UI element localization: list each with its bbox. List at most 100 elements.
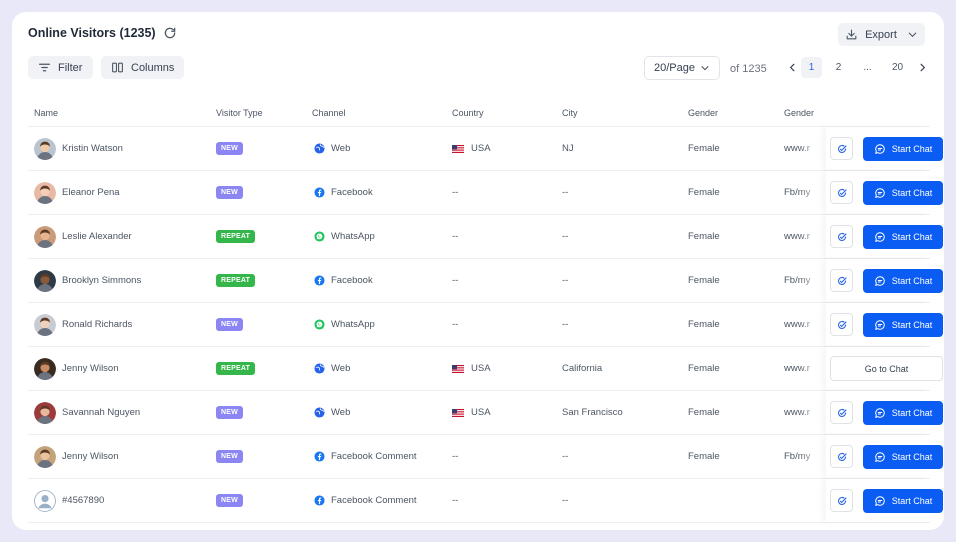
total-count: of 1235 (730, 63, 767, 75)
channel-cell: Web (314, 391, 350, 434)
table-row[interactable]: Jenny Wilson NEW Facebook Comment -- -- Femal… (28, 435, 943, 479)
visitor-name-cell: Leslie Alexander (34, 215, 132, 258)
visitor-type-cell: NEW (216, 479, 243, 522)
visitor-type-cell: NEW (216, 435, 243, 478)
channel-label: Facebook (331, 187, 373, 198)
city-cell: NJ (562, 127, 574, 170)
next-page-button[interactable] (912, 57, 933, 78)
avatar (34, 489, 56, 512)
table-row[interactable]: Brooklyn Simmons REPEAT Facebook -- -- Female… (28, 259, 943, 303)
start-chat-label: Start Chat (891, 408, 933, 418)
start-chat-button[interactable]: Start Chat (863, 489, 943, 513)
go-to-chat-button[interactable]: Go to Chat (830, 356, 943, 381)
channel-cell: Facebook Comment (314, 435, 417, 478)
visitor-name: #4567890 (62, 495, 105, 506)
table-row[interactable]: Ronald Richards NEW WhatsApp -- -- Female www.… (28, 303, 943, 347)
city-cell: -- (562, 171, 568, 214)
assign-button[interactable] (830, 269, 853, 292)
table-row[interactable]: #4567890 NEW Facebook Comment -- -- Start Cha… (28, 479, 943, 523)
table-row[interactable]: Savannah Nguyen NEW Web USA San Francisco Fem… (28, 391, 943, 435)
start-chat-button[interactable]: Start Chat (863, 313, 943, 337)
city-label: -- (562, 187, 569, 198)
table-row[interactable]: Eleanor PenaNEWFacebook----FemaleFb/mySt… (28, 171, 943, 215)
visitors-panel: Online Visitors (1235) Export Filter Col… (12, 12, 944, 530)
channel-label: Facebook (331, 275, 373, 286)
assign-button[interactable] (830, 313, 853, 336)
assign-button[interactable] (830, 445, 853, 468)
table-row[interactable]: Kristin Watson NEW Web USA NJ Female www.r Star… (28, 127, 943, 171)
assign-icon (836, 407, 848, 419)
row-actions: Go to Chat (826, 347, 943, 390)
gender-cell: Female (688, 215, 720, 258)
avatar (34, 357, 56, 380)
chevron-down-icon (700, 63, 710, 73)
page-button-20[interactable]: 20 (887, 57, 908, 78)
visitor-type-cell: NEW (216, 303, 243, 346)
city-label: -- (562, 495, 569, 506)
gender-label: Female (688, 231, 720, 242)
country-cell: -- (452, 215, 458, 258)
start-chat-button[interactable]: Start Chat (863, 401, 943, 425)
gender-label: Female (688, 187, 720, 198)
visitor-name: Jenny Wilson (62, 451, 119, 462)
start-chat-label: Start Chat (891, 496, 933, 506)
page-size-select[interactable]: 20/Page (644, 56, 720, 80)
city-label: California (562, 363, 603, 374)
country-cell: -- (452, 259, 458, 302)
visitor-type-badge: NEW (216, 142, 243, 155)
start-chat-button[interactable]: Start Chat (863, 269, 943, 293)
facebook-icon (314, 495, 325, 506)
visitor-name-cell: Eleanor Pena (34, 171, 120, 214)
country-cell: -- (452, 171, 458, 214)
refresh-icon[interactable] (163, 26, 177, 40)
cell-fade (798, 259, 826, 302)
visitor-type-badge: NEW (216, 450, 243, 463)
assign-button[interactable] (830, 181, 853, 204)
city-label: -- (562, 275, 569, 286)
channel-label: Web (331, 143, 351, 154)
columns-button[interactable]: Columns (101, 56, 184, 79)
assign-button[interactable] (830, 401, 853, 424)
city-label: -- (562, 231, 569, 242)
assign-icon (836, 275, 848, 287)
panel-header: Online Visitors (1235) (28, 26, 177, 40)
city-cell: -- (562, 215, 568, 258)
cell-fade (798, 347, 826, 390)
country-cell: USA (452, 391, 491, 434)
chevron-right-icon (917, 62, 928, 73)
assign-button[interactable] (830, 225, 853, 248)
filter-button[interactable]: Filter (28, 56, 93, 79)
export-button[interactable]: Export (838, 23, 925, 46)
country-cell: -- (452, 479, 458, 522)
avatar (34, 269, 56, 292)
gender-cell: Female (688, 259, 720, 302)
row-actions: Start Chat (826, 259, 943, 302)
facebook-icon (314, 275, 325, 286)
column-header-gender: Gender (688, 108, 719, 118)
cell-fade (798, 127, 826, 170)
assign-button[interactable] (830, 137, 853, 160)
assign-button[interactable] (830, 489, 853, 512)
prev-page-button[interactable] (782, 57, 803, 78)
chat-bubble-icon (874, 231, 886, 243)
us-flag-icon (452, 364, 464, 373)
gender-cell: Female (688, 303, 720, 346)
cell-fade (798, 215, 826, 258)
assign-icon (836, 143, 848, 155)
globe-icon (314, 363, 325, 374)
export-label: Export (865, 28, 897, 41)
page-button-2[interactable]: 2 (828, 57, 849, 78)
page-button-1[interactable]: 1 (801, 57, 822, 78)
start-chat-button[interactable]: Start Chat (863, 137, 943, 161)
start-chat-button[interactable]: Start Chat (863, 225, 943, 249)
visitor-name: Eleanor Pena (62, 187, 120, 198)
start-chat-label: Start Chat (891, 144, 933, 154)
visitor-type-badge: REPEAT (216, 230, 256, 243)
start-chat-button[interactable]: Start Chat (863, 445, 943, 469)
columns-icon (111, 61, 124, 74)
table-row[interactable]: Jenny Wilson REPEAT Web USA California Female… (28, 347, 943, 391)
gender-label: Female (688, 319, 720, 330)
table-row[interactable]: Leslie Alexander REPEAT WhatsApp -- -- Female… (28, 215, 943, 259)
country-cell: -- (452, 435, 458, 478)
start-chat-button[interactable]: Start Chat (863, 181, 943, 205)
